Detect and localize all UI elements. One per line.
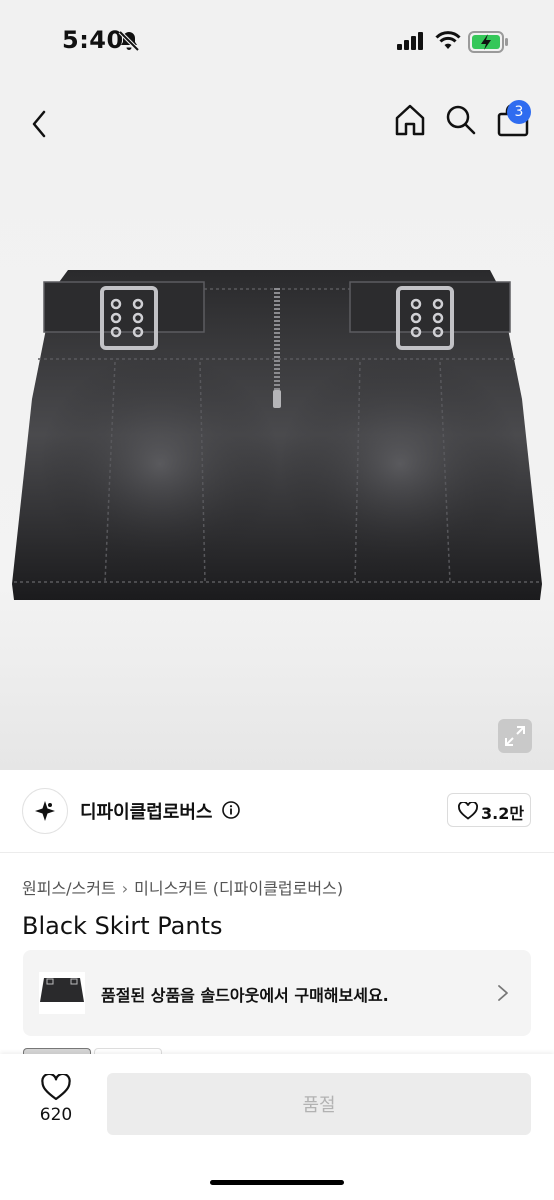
cart-count-badge: 3	[507, 100, 531, 124]
status-time: 5:40	[62, 26, 124, 54]
brand-star-logo-icon	[35, 801, 55, 821]
top-navigation	[0, 84, 554, 164]
search-icon[interactable]	[444, 103, 478, 137]
chevron-right-icon	[498, 985, 508, 1001]
wishlist-count: 620	[39, 1105, 73, 1125]
wishlist-button[interactable]: 620	[26, 1074, 86, 1125]
expand-image-button[interactable]	[498, 719, 532, 753]
battery-charging-icon	[468, 31, 508, 53]
home-indicator[interactable]	[210, 1180, 344, 1185]
expand-arrows-icon	[505, 726, 525, 746]
product-title: Black Skirt Pants	[22, 912, 223, 940]
breadcrumb-chevron-icon: ›	[121, 879, 129, 898]
breadcrumb-category[interactable]: 원피스/스커트	[22, 879, 116, 898]
heart-outline-icon	[41, 1074, 71, 1101]
denim-skirt-illustration	[12, 270, 542, 600]
cellular-signal-icon	[397, 32, 423, 50]
brand-name[interactable]: 디파이클럽로버스	[80, 798, 212, 824]
banner-text: 품절된 상품을 솔드아웃에서 구매해보세요.	[101, 986, 389, 1005]
back-arrow-icon[interactable]	[26, 104, 54, 144]
info-icon[interactable]	[222, 801, 240, 819]
product-image[interactable]	[0, 164, 554, 770]
wifi-icon	[435, 31, 461, 49]
soldout-buy-button[interactable]: 품절	[107, 1073, 531, 1135]
brand-like-count: 3.2만	[481, 804, 525, 823]
bottom-action-bar: 620 품절	[0, 1054, 554, 1200]
status-bar: 5:40	[0, 0, 554, 84]
bell-muted-icon	[118, 30, 140, 52]
home-icon[interactable]	[392, 102, 428, 138]
skirt-thumbnail	[39, 972, 85, 1014]
soldout-market-banner[interactable]: 품절된 상품을 솔드아웃에서 구매해보세요.	[23, 950, 531, 1036]
brand-like-button[interactable]: 3.2만	[447, 793, 531, 827]
heart-outline-icon	[458, 802, 478, 820]
breadcrumb-subcategory[interactable]: 미니스커트 (디파이클럽로버스)	[134, 879, 343, 898]
breadcrumb: 원피스/스커트 › 미니스커트 (디파이클럽로버스)	[22, 875, 343, 899]
brand-logo[interactable]	[22, 788, 68, 834]
brand-row: 디파이클럽로버스 3.2만	[0, 770, 554, 853]
